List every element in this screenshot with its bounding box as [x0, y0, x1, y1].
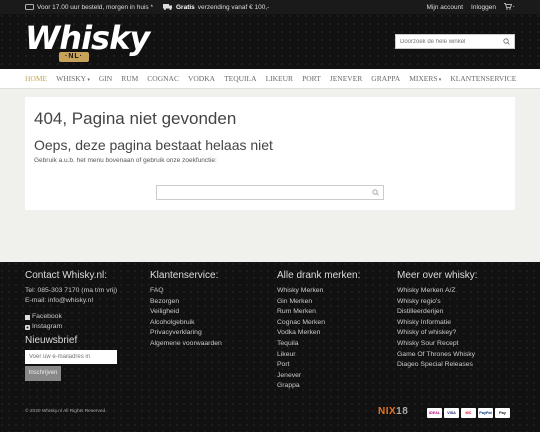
chevron-down-icon: ▾ — [437, 78, 442, 83]
footer-link-whisky-merken[interactable]: Whisky Merken — [277, 286, 360, 297]
mastercard-icon: MC — [461, 408, 476, 418]
header-search-input[interactable] — [396, 35, 496, 48]
login-link[interactable]: Inloggen — [471, 4, 496, 11]
footer-link-informatie[interactable]: Whisky Informatie — [397, 318, 478, 329]
nav-item-gin[interactable]: GIN — [99, 74, 112, 83]
main-nav: HOME WHISKY ▾ GIN RUM COGNAC VODKA TEQUI… — [0, 69, 540, 89]
site-footer: Contact Whisky.nl: Tel: 085-303 7170 (ma… — [0, 262, 540, 432]
facebook-icon — [25, 314, 30, 320]
footer-link-voorwaarden[interactable]: Algemene voorwaarden — [150, 339, 222, 350]
footer-link-got[interactable]: Game Of Thrones Whisky — [397, 350, 478, 361]
site-logo[interactable]: Whisky ·NL· — [25, 19, 150, 64]
footer-link-likeur[interactable]: Likeur — [277, 350, 360, 361]
facebook-label: Facebook — [32, 313, 62, 320]
nav-item-port[interactable]: PORT — [302, 74, 321, 83]
contact-phone[interactable]: Tel: 085-303 7170 (ma t/m vrij) — [25, 286, 117, 296]
subscribe-button[interactable]: Inschrijven — [25, 366, 61, 381]
newsletter-email-input[interactable] — [25, 350, 117, 364]
apple-pay-icon: Pay — [495, 408, 510, 418]
nav-item-whisky-label: WHISKY — [56, 74, 87, 83]
nav-item-vodka[interactable]: VODKA — [188, 74, 215, 83]
truck-icon — [163, 4, 172, 10]
footer-link-distilleerderijen[interactable]: Distilleerderijen — [397, 307, 478, 318]
logo-wordmark: Whisky — [25, 19, 150, 57]
footer-service: Klantenservice: FAQ Bezorgen Veiligheid … — [150, 270, 222, 350]
nix18-logo: NIX18 — [378, 406, 408, 417]
delivery-icon — [25, 4, 34, 10]
nav-item-mixers[interactable]: MIXERS ▾ — [409, 74, 441, 83]
account-links: Mijn account Inloggen — [427, 2, 515, 12]
paypal-icon: PayPal — [478, 408, 493, 418]
header-search — [395, 34, 515, 49]
contact-heading: Contact Whisky.nl: — [25, 270, 108, 281]
nav-item-rum[interactable]: RUM — [121, 74, 138, 83]
brands-heading: Alle drank merken: — [277, 270, 361, 281]
nav-item-home[interactable]: HOME — [25, 74, 47, 83]
nav-item-whisky[interactable]: WHISKY ▾ — [56, 74, 90, 83]
footer-link-veiligheid[interactable]: Veiligheid — [150, 307, 222, 318]
instagram-label: Instagram — [32, 323, 63, 330]
page-title: 404, Pagina niet gevonden — [34, 109, 237, 128]
search-icon[interactable] — [372, 189, 379, 196]
nav-item-likeur[interactable]: LIKEUR — [266, 74, 294, 83]
nav-item-mixers-label: MIXERS — [409, 74, 438, 83]
shipping-text: verzending vanaf € 100,- — [197, 3, 270, 11]
facebook-link[interactable]: Facebook — [25, 312, 117, 322]
page-hint: Gebruik a.u.b. het menu bovenaan of gebr… — [34, 157, 217, 164]
top-bar: Voor 17.00 uur besteld, morgen in huis *… — [0, 0, 540, 14]
shipping-bold: Gratis — [176, 3, 195, 11]
payment-methods: iDEAL VISA MC PayPal Pay — [427, 408, 510, 418]
footer-link-rum-merken[interactable]: Rum Merken — [277, 307, 360, 318]
footer-link-regios[interactable]: Whisky regio's — [397, 297, 478, 308]
delivery-promo: Voor 17.00 uur besteld, morgen in huis * — [25, 4, 153, 11]
footer-link-tequila[interactable]: Tequila — [277, 339, 360, 350]
footer-link-alcoholgebruik[interactable]: Alcoholgebruik — [150, 318, 222, 329]
footer-link-gin-merken[interactable]: Gin Merken — [277, 297, 360, 308]
visa-icon: VISA — [444, 408, 459, 418]
nav-item-jenever[interactable]: JENEVER — [330, 74, 363, 83]
footer-link-jenever[interactable]: Jenever — [277, 371, 360, 382]
contact-email[interactable]: E-mail: info@whisky.nl — [25, 296, 117, 306]
cart-icon — [504, 2, 515, 10]
instagram-link[interactable]: Instagram — [25, 322, 117, 332]
footer-link-vodka-merken[interactable]: Vodka Merken — [277, 328, 360, 339]
footer-contact: Contact Whisky.nl: Tel: 085-303 7170 (ma… — [25, 270, 117, 381]
search-icon[interactable] — [503, 38, 510, 45]
cart-button[interactable] — [504, 2, 515, 12]
my-account-link[interactable]: Mijn account — [427, 4, 464, 11]
footer-link-bezorgen[interactable]: Bezorgen — [150, 297, 222, 308]
footer-brands: Alle drank merken: Whisky Merken Gin Mer… — [277, 270, 360, 392]
logo-badge: ·NL· — [59, 52, 89, 62]
service-heading: Klantenservice: — [150, 270, 219, 281]
nix-suffix: 18 — [396, 406, 409, 417]
instagram-icon — [25, 324, 30, 330]
footer-link-faq[interactable]: FAQ — [150, 286, 222, 297]
nav-item-cognac[interactable]: COGNAC — [147, 74, 179, 83]
footer-link-cognac-merken[interactable]: Cognac Merken — [277, 318, 360, 329]
error-content: 404, Pagina niet gevonden Oeps, deze pag… — [25, 97, 515, 210]
footer-link-diageo[interactable]: Diageo Special Releases — [397, 360, 478, 371]
site-header: Whisky ·NL· — [0, 14, 540, 69]
footer-link-grappa[interactable]: Grappa — [277, 381, 360, 392]
page-subtitle: Oeps, deze pagina bestaat helaas niet — [34, 137, 273, 153]
nix-label: NIX — [378, 406, 397, 417]
content-search-input[interactable] — [156, 185, 384, 200]
shipping-promo: Gratis verzending vanaf € 100,- — [163, 4, 269, 11]
newsletter-heading: Nieuwsbrief — [25, 335, 78, 346]
footer-link-privacy[interactable]: Privacyverklaring — [150, 328, 222, 339]
footer-link-sour-recept[interactable]: Whisky Sour Recept — [397, 339, 478, 350]
delivery-text: Voor 17.00 uur besteld, morgen in huis * — [37, 3, 153, 11]
ideal-icon: iDEAL — [427, 408, 442, 418]
footer-link-whisky-whiskey[interactable]: Whisky of whiskey? — [397, 328, 478, 339]
footer-link-port[interactable]: Port — [277, 360, 360, 371]
copyright-text: © 2020 Whisky.nl All Rights Reserved. — [25, 409, 107, 414]
nav-item-klantenservice[interactable]: KLANTENSERVICE — [450, 74, 516, 83]
nav-item-tequila[interactable]: TEQUILA — [224, 74, 257, 83]
footer-link-merken-az[interactable]: Whisky Merken A/Z — [397, 286, 478, 297]
more-heading: Meer over whisky: — [397, 270, 478, 281]
footer-more: Meer over whisky: Whisky Merken A/Z Whis… — [397, 270, 478, 371]
chevron-down-icon: ▾ — [86, 78, 90, 83]
nav-item-grappa[interactable]: GRAPPA — [371, 74, 400, 83]
